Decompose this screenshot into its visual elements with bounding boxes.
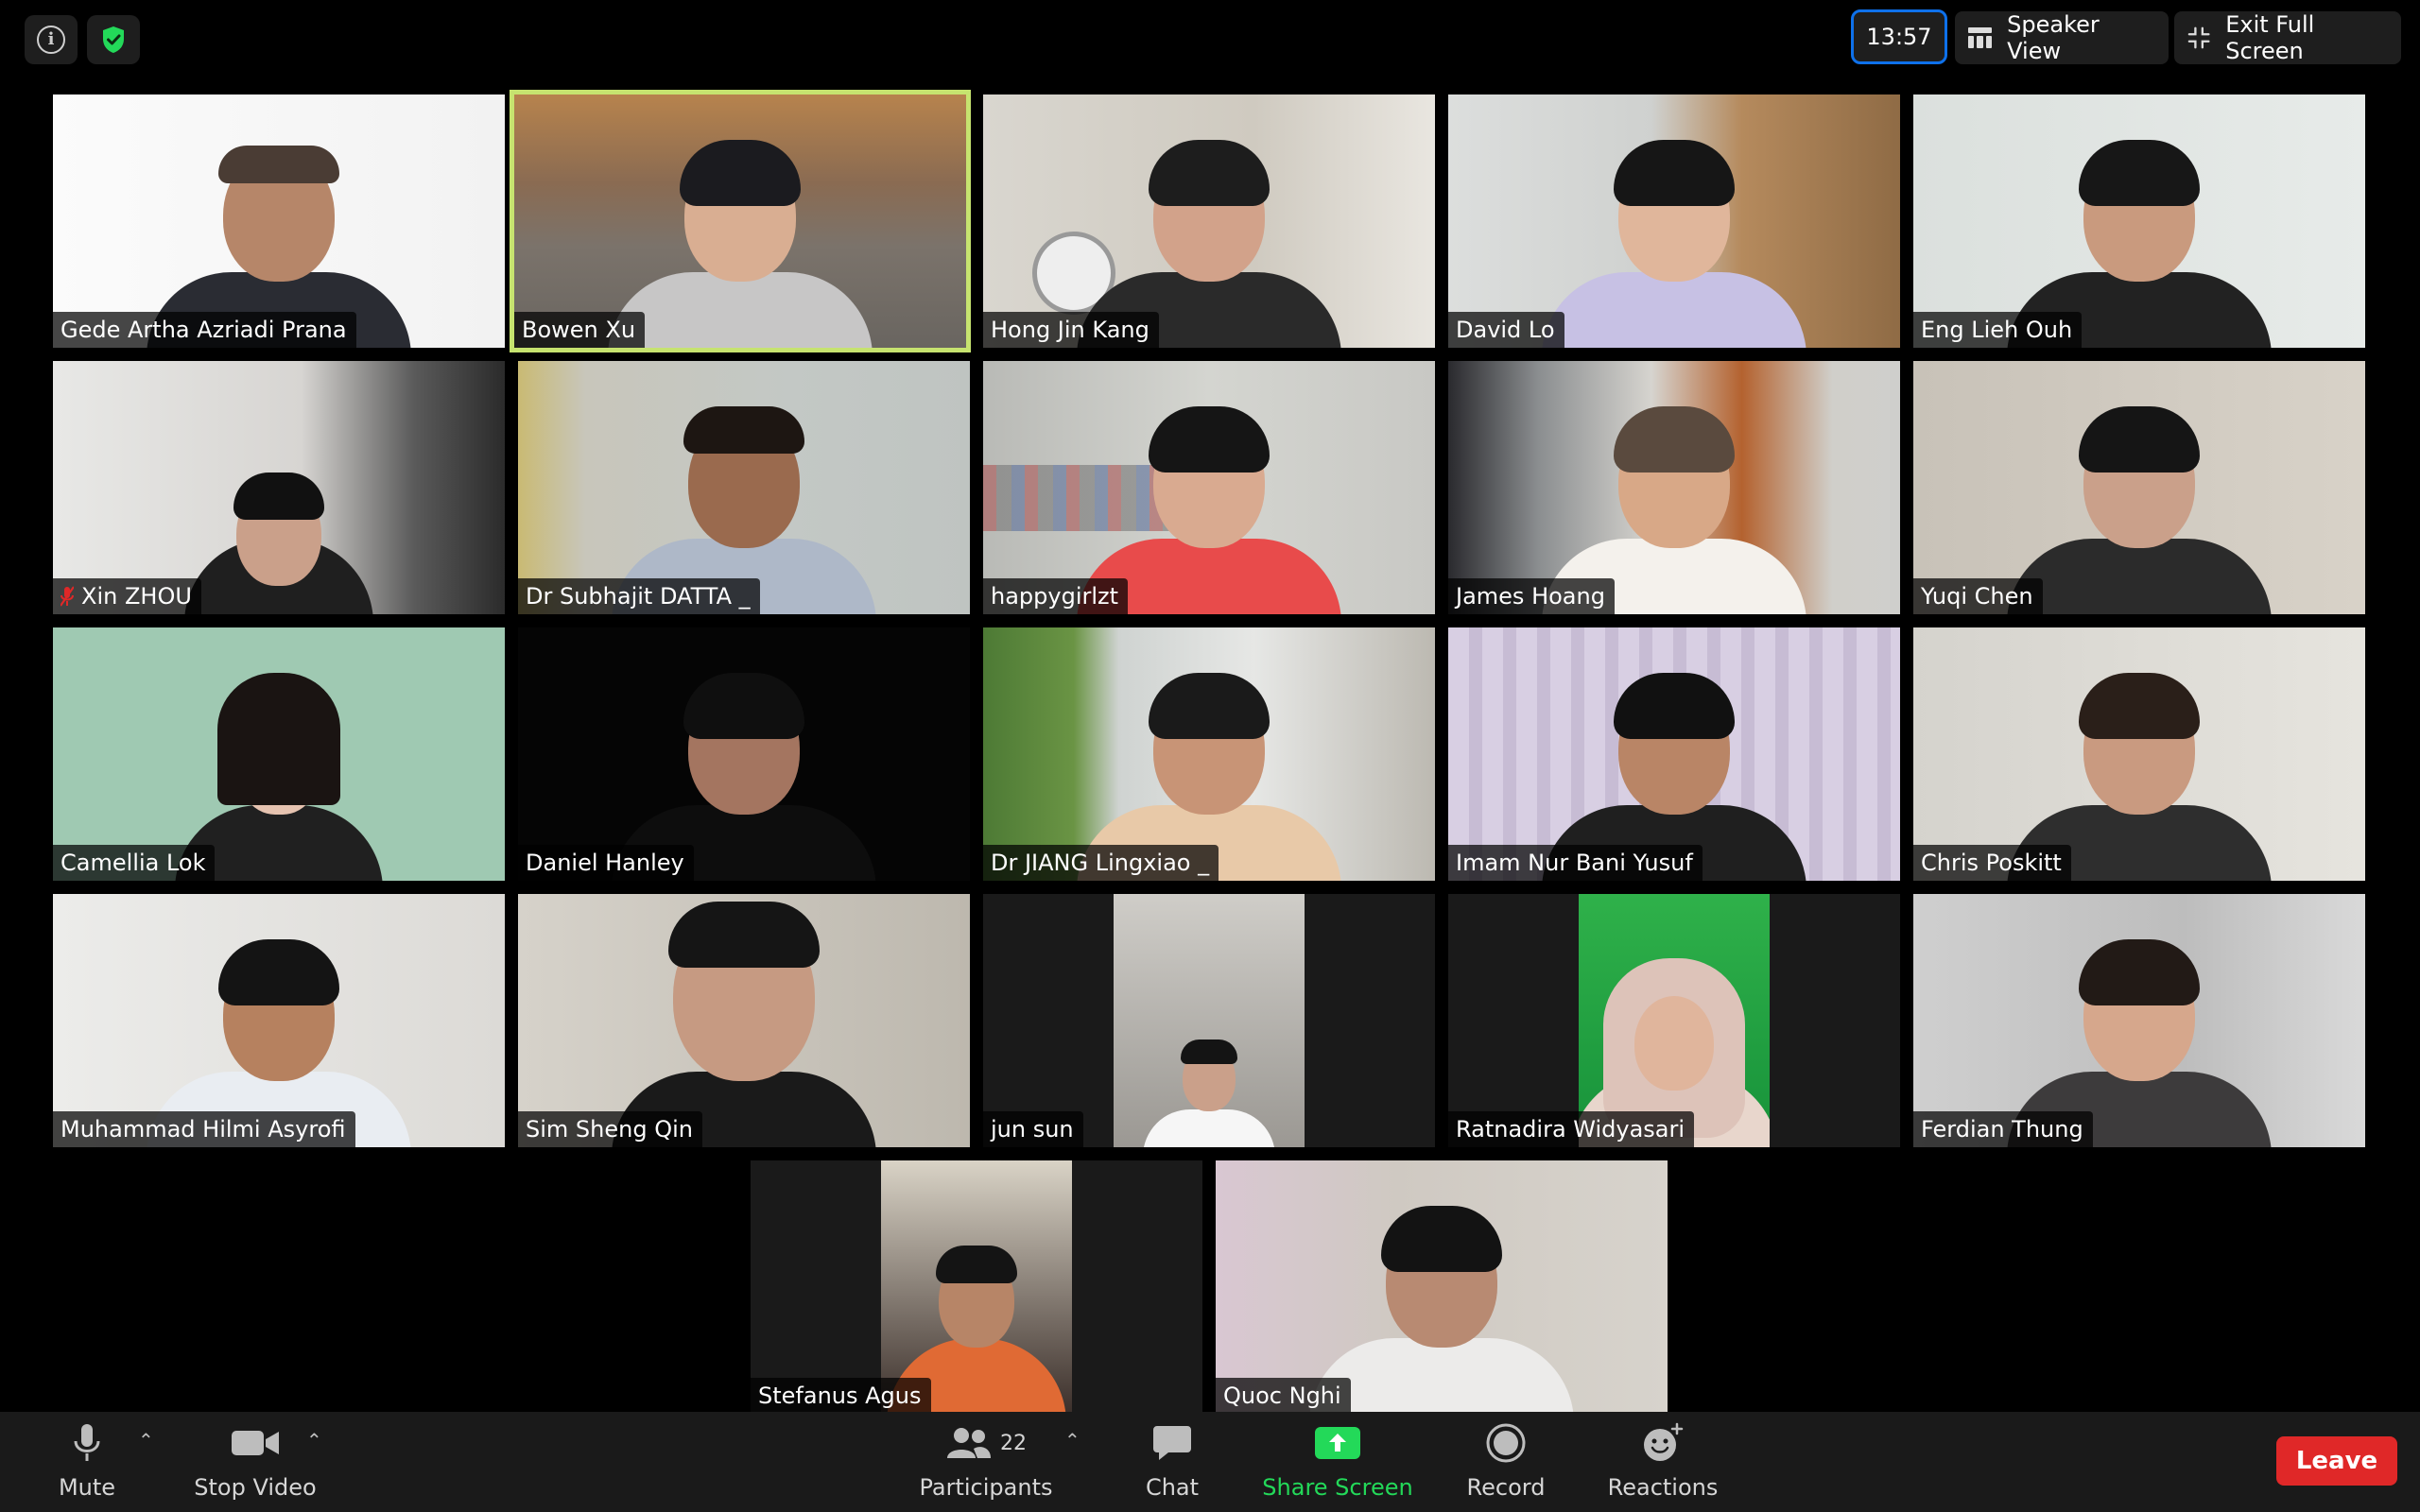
speaker-view-icon bbox=[1968, 27, 1993, 48]
participants-count: 22 bbox=[1000, 1431, 1027, 1455]
participant-name-text: Xin ZHOU bbox=[81, 583, 192, 610]
participant-name: Gede Artha Azriadi Prana bbox=[53, 312, 356, 348]
video-tile[interactable]: Dr Subhajit DATTA _ bbox=[518, 361, 970, 614]
participant-name: jun sun bbox=[983, 1111, 1083, 1147]
video-tile[interactable]: Muhammad Hilmi Asyrofi bbox=[53, 894, 505, 1147]
info-icon: i bbox=[37, 26, 65, 54]
participants-button[interactable]: 22 Participants bbox=[917, 1412, 1055, 1512]
video-tile[interactable]: Quoc Nghi bbox=[1216, 1160, 1668, 1414]
participant-name: Dr JIANG Lingxiao _ bbox=[983, 845, 1219, 881]
stop-video-label: Stop Video bbox=[194, 1474, 317, 1501]
reactions-label: Reactions bbox=[1607, 1474, 1719, 1501]
participants-options-chevron-icon[interactable]: ⌃ bbox=[1064, 1429, 1080, 1452]
video-tile[interactable]: Camellia Lok bbox=[53, 627, 505, 881]
chat-bubble-icon bbox=[1153, 1426, 1191, 1460]
participant-name: Imam Nur Bani Yusuf bbox=[1448, 845, 1703, 881]
video-tile[interactable]: Imam Nur Bani Yusuf bbox=[1448, 627, 1900, 881]
exit-full-screen-label: Exit Full Screen bbox=[2225, 11, 2315, 64]
participant-name: Chris Poskitt bbox=[1913, 845, 2071, 881]
share-screen-button[interactable]: Share Screen bbox=[1257, 1412, 1418, 1512]
participant-name: Bowen Xu bbox=[514, 312, 646, 348]
participant-name: Yuqi Chen bbox=[1913, 578, 2043, 614]
video-tile[interactable]: Chris Poskitt bbox=[1913, 627, 2365, 881]
participant-name: happygirlzt bbox=[983, 578, 1129, 614]
video-tile[interactable]: Daniel Hanley bbox=[518, 627, 970, 881]
speaker-view-button[interactable]: Speaker View bbox=[1955, 11, 2169, 64]
reactions-button[interactable]: Reactions bbox=[1601, 1412, 1724, 1512]
participant-name: Eng Lieh Ouh bbox=[1913, 312, 2083, 348]
reactions-smiley-icon bbox=[1644, 1422, 1684, 1461]
mute-label: Mute bbox=[58, 1474, 116, 1501]
share-screen-label: Share Screen bbox=[1262, 1474, 1413, 1501]
muted-mic-icon bbox=[60, 581, 75, 607]
exit-full-screen-icon bbox=[2187, 26, 2210, 49]
shield-icon bbox=[103, 26, 124, 53]
video-tile[interactable]: jun sun bbox=[983, 894, 1435, 1147]
video-tile[interactable]: Gede Artha Azriadi Prana bbox=[53, 94, 505, 348]
participants-label: Participants bbox=[919, 1474, 1053, 1501]
participant-name: Ratnadira Widyasari bbox=[1448, 1111, 1695, 1147]
leave-button[interactable]: Leave bbox=[2276, 1436, 2397, 1486]
participant-name: Stefanus Agus bbox=[751, 1378, 931, 1414]
video-tile[interactable]: James Hoang bbox=[1448, 361, 1900, 614]
meeting-timer: 13:57 bbox=[1851, 9, 1947, 64]
participant-name: Xin ZHOU bbox=[53, 578, 201, 614]
participant-name: Ferdian Thung bbox=[1913, 1111, 2093, 1147]
participant-name: James Hoang bbox=[1448, 578, 1615, 614]
record-button[interactable]: Record bbox=[1454, 1412, 1558, 1512]
video-tile[interactable]: Ferdian Thung bbox=[1913, 894, 2365, 1147]
video-tile[interactable]: Hong Jin Kang bbox=[983, 94, 1435, 348]
video-tile[interactable]: David Lo bbox=[1448, 94, 1900, 348]
stop-video-button[interactable]: Stop Video bbox=[189, 1412, 321, 1512]
video-tile[interactable]: Ratnadira Widyasari bbox=[1448, 894, 1900, 1147]
participant-name: David Lo bbox=[1448, 312, 1564, 348]
audio-options-chevron-icon[interactable]: ⌃ bbox=[138, 1429, 154, 1452]
video-tile[interactable]: Sim Sheng Qin bbox=[518, 894, 970, 1147]
participant-name: Camellia Lok bbox=[53, 845, 216, 881]
microphone-icon bbox=[74, 1424, 100, 1461]
meeting-info-button[interactable]: i bbox=[25, 15, 78, 64]
meeting-toolbar: Mute ⌃ Stop Video ⌃ 22 Participants ⌃ Ch… bbox=[0, 1412, 2420, 1512]
participant-name: Muhammad Hilmi Asyrofi bbox=[53, 1111, 355, 1147]
video-tile-active-speaker[interactable]: Bowen Xu bbox=[510, 90, 971, 352]
participant-name: Daniel Hanley bbox=[518, 845, 694, 881]
video-camera-icon bbox=[232, 1431, 279, 1455]
video-tile[interactable]: Dr JIANG Lingxiao _ bbox=[983, 627, 1435, 881]
share-screen-icon bbox=[1315, 1427, 1360, 1459]
exit-full-screen-button[interactable]: Exit Full Screen bbox=[2174, 11, 2401, 64]
chat-label: Chat bbox=[1145, 1474, 1200, 1501]
video-tile[interactable]: Xin ZHOU bbox=[53, 361, 505, 614]
participant-name: Hong Jin Kang bbox=[983, 312, 1159, 348]
speaker-view-label: Speaker View bbox=[2007, 11, 2100, 64]
video-tile[interactable]: Yuqi Chen bbox=[1913, 361, 2365, 614]
record-label: Record bbox=[1466, 1474, 1546, 1501]
chat-button[interactable]: Chat bbox=[1125, 1412, 1219, 1512]
video-tile[interactable]: happygirlzt bbox=[983, 361, 1435, 614]
participant-name: Quoc Nghi bbox=[1216, 1378, 1351, 1414]
video-tile[interactable]: Eng Lieh Ouh bbox=[1913, 94, 2365, 348]
video-options-chevron-icon[interactable]: ⌃ bbox=[306, 1429, 322, 1452]
participants-icon bbox=[947, 1428, 991, 1458]
video-tile[interactable]: Stefanus Agus bbox=[751, 1160, 1202, 1414]
participant-name: Dr Subhajit DATTA _ bbox=[518, 578, 760, 614]
encryption-shield-button[interactable] bbox=[87, 15, 140, 64]
participant-name: Sim Sheng Qin bbox=[518, 1111, 702, 1147]
mute-button[interactable]: Mute bbox=[38, 1412, 136, 1512]
record-icon bbox=[1486, 1423, 1526, 1463]
